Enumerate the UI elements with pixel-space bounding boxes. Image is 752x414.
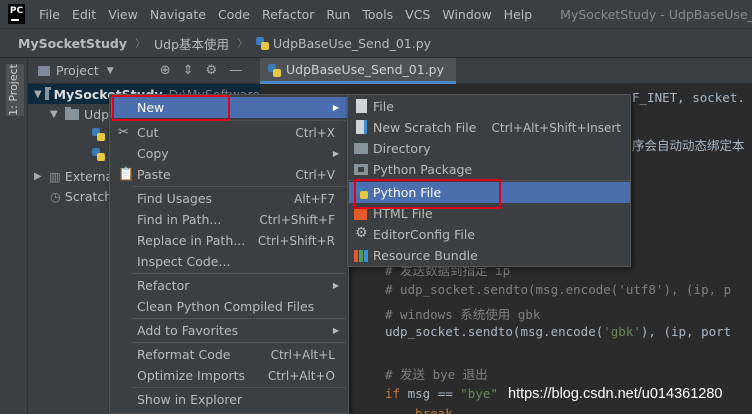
code-line: break	[385, 406, 453, 414]
submenu-item-resource-bundle[interactable]: Resource Bundle	[349, 245, 630, 266]
library-icon: ▥	[49, 168, 61, 184]
menu-refactor[interactable]: Refactor	[256, 7, 320, 22]
code-line: if msg == "bye"	[385, 386, 498, 401]
project-panel-header: Project ▼ ⊕ ⇕ ⚙ —	[28, 58, 260, 84]
menu-item-reformat-code[interactable]: Reformat Code Ctrl+Alt+L	[111, 344, 347, 365]
chevron-down-icon[interactable]: ▼	[34, 89, 42, 100]
submenu-item-new-scratch[interactable]: New Scratch File Ctrl+Alt+Shift+Insert	[349, 117, 630, 138]
editorconfig-icon: ⚙	[355, 225, 368, 241]
python-file-icon	[256, 36, 270, 50]
window-title: MySocketStudy - UdpBaseUse_Send	[560, 6, 752, 22]
python-file-icon	[268, 64, 281, 77]
code-line: # 发送 bye 退出	[385, 367, 488, 382]
tree-external-label: Externa	[64, 168, 114, 184]
chevron-right-icon: ▶	[332, 103, 339, 112]
code-line: udp_socket.sendto(msg.encode('gbk'), (ip…	[385, 324, 732, 339]
menu-separator	[132, 273, 346, 274]
menu-item-copy[interactable]: Copy ▶	[111, 143, 347, 164]
breadcrumb-folder[interactable]: Udp基本使用	[154, 34, 229, 53]
menu-window[interactable]: Window	[436, 7, 497, 22]
annotation-box-new	[112, 95, 230, 121]
menu-items: File Edit View Navigate Code Refactor Ru…	[33, 7, 538, 22]
menu-help[interactable]: Help	[498, 7, 539, 22]
collapse-icon[interactable]: ⇕	[183, 63, 194, 78]
tree-scratches-label: Scratch	[64, 188, 113, 204]
menu-vcs[interactable]: VCS	[399, 7, 436, 22]
python-file-icon	[92, 127, 105, 141]
scratch-file-icon	[356, 120, 367, 134]
code-comment-fragment: 序会自动动态绑定本	[632, 138, 745, 153]
folder-icon	[44, 86, 51, 100]
menu-tools[interactable]: Tools	[356, 7, 399, 22]
project-tool-tab[interactable]: 1: Project	[6, 64, 24, 116]
menu-item-find-usages[interactable]: Find Usages Alt+F7	[111, 188, 347, 209]
scratches-icon: ◷	[50, 188, 61, 204]
crosshair-icon[interactable]: ⊕	[160, 63, 171, 78]
menu-item-replace-in-path[interactable]: Replace in Path... Ctrl+Shift+R	[111, 230, 347, 251]
python-file-icon	[92, 147, 105, 161]
submenu-item-editorconfig[interactable]: ⚙ EditorConfig File	[349, 224, 630, 245]
chevron-right-icon: ▶	[332, 326, 339, 335]
menu-separator	[132, 387, 346, 388]
menu-file[interactable]: File	[33, 7, 66, 22]
minimize-icon[interactable]: —	[229, 63, 242, 78]
menu-item-cut[interactable]: ✂ Cut Ctrl+X	[111, 122, 347, 143]
paste-icon: 📋	[118, 167, 135, 182]
menu-view[interactable]: View	[102, 7, 144, 22]
panel-title[interactable]: Project	[56, 63, 99, 78]
breadcrumb-separator-icon: 〉	[135, 37, 146, 50]
folder-icon	[65, 106, 79, 120]
breadcrumb: MySocketStudy 〉 Udp基本使用 〉 UdpBaseUse_Sen…	[0, 28, 752, 58]
project-icon	[38, 65, 50, 76]
menu-item-paste[interactable]: 📋 Paste Ctrl+V	[111, 164, 347, 185]
watermark: https://blog.csdn.net/u014361280	[508, 386, 723, 402]
menu-edit[interactable]: Edit	[66, 7, 102, 22]
pycharm-logo-icon: PC	[8, 4, 26, 24]
menu-item-inspect-code[interactable]: Inspect Code...	[111, 251, 347, 272]
chevron-down-icon[interactable]: ▼	[50, 109, 62, 120]
menu-separator	[132, 186, 346, 187]
chevron-down-icon[interactable]: ▼	[107, 66, 114, 76]
menu-code[interactable]: Code	[212, 7, 256, 22]
resource-bundle-icon	[354, 250, 368, 262]
folder-icon	[354, 143, 368, 154]
chevron-right-icon[interactable]: ▶	[34, 171, 46, 182]
menu-item-find-in-path[interactable]: Find in Path... Ctrl+Shift+F	[111, 209, 347, 230]
chevron-right-icon: ▶	[332, 281, 339, 290]
menu-item-refactor[interactable]: Refactor ▶	[111, 275, 347, 296]
package-icon	[354, 164, 368, 175]
chevron-right-icon: ▶	[332, 149, 339, 158]
annotation-box-python-file	[354, 179, 501, 209]
menu-run[interactable]: Run	[320, 7, 356, 22]
menu-bar: PC File Edit View Navigate Code Refactor…	[0, 0, 752, 28]
menu-item-show-in-explorer[interactable]: Show in Explorer	[111, 389, 347, 410]
breadcrumb-separator-icon: 〉	[237, 37, 249, 50]
editor-tab-bar: UdpBaseUse_Send_01.py	[260, 58, 752, 84]
context-menu: New ▶ ✂ Cut Ctrl+X Copy ▶ 📋 Paste Ctrl+V…	[109, 94, 349, 414]
menu-item-add-favorites[interactable]: Add to Favorites ▶	[111, 320, 347, 341]
html-file-icon	[354, 208, 367, 220]
menu-item-optimize-imports[interactable]: Optimize Imports Ctrl+Alt+O	[111, 365, 347, 386]
submenu-item-python-package[interactable]: Python Package	[349, 159, 630, 180]
breadcrumb-project[interactable]: MySocketStudy	[18, 36, 127, 51]
file-icon	[356, 99, 367, 113]
code-fragment: F_INET, socket.	[632, 90, 745, 105]
submenu-item-directory[interactable]: Directory	[349, 138, 630, 159]
left-tool-strip: 1: Project	[0, 58, 28, 414]
code-line: # windows 系统使用 gbk	[385, 307, 541, 322]
menu-navigate[interactable]: Navigate	[144, 7, 212, 22]
code-line: # udp_socket.sendto(msg.encode('utf8'), …	[385, 282, 732, 297]
menu-separator	[132, 318, 346, 319]
tree-folder-label: Udp	[84, 106, 110, 122]
submenu-item-file[interactable]: File	[349, 96, 630, 117]
tab-udpbaseuse-send[interactable]: UdpBaseUse_Send_01.py	[260, 58, 456, 84]
gear-icon[interactable]: ⚙	[206, 63, 218, 78]
breadcrumb-file[interactable]: UdpBaseUse_Send_01.py	[273, 36, 431, 51]
menu-separator	[132, 342, 346, 343]
panel-toolbar: ⊕ ⇕ ⚙ —	[160, 63, 242, 78]
menu-item-clean-compiled[interactable]: Clean Python Compiled Files	[111, 296, 347, 317]
cut-icon: ✂	[118, 125, 129, 140]
